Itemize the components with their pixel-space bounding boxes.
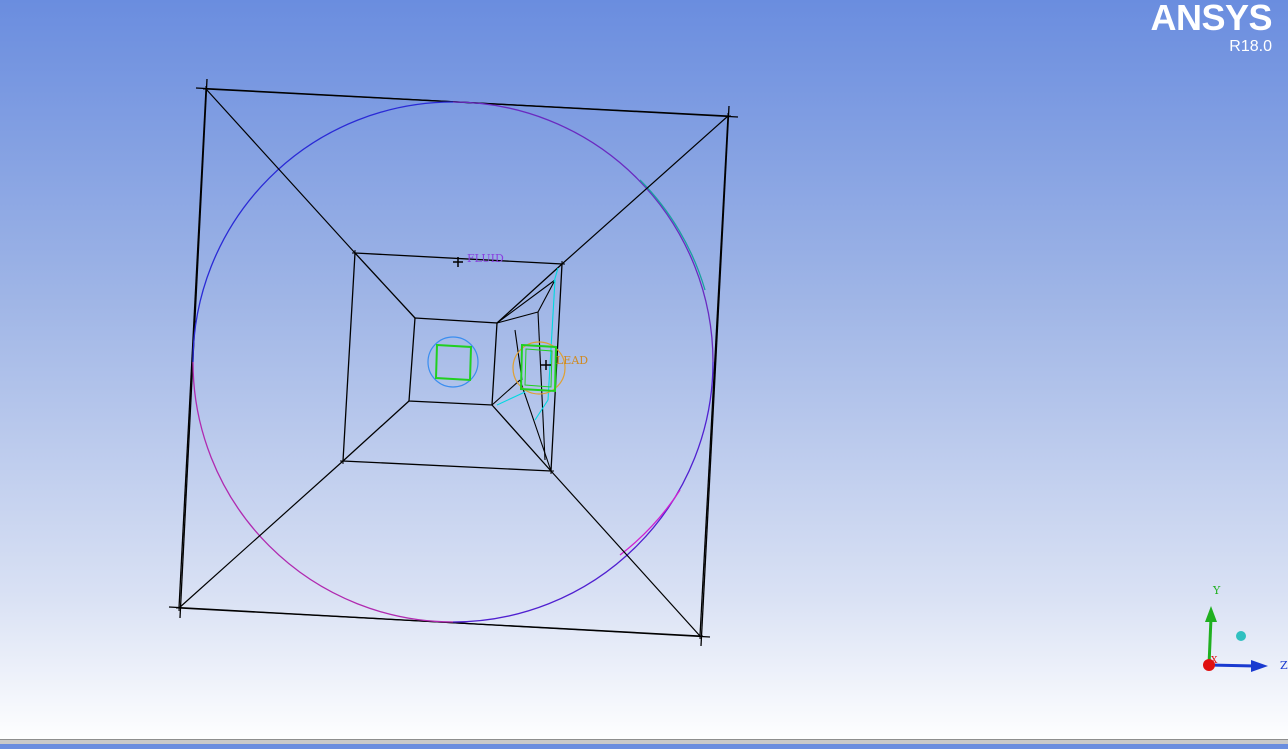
outer-circle-accent-2 (619, 489, 681, 556)
lead-edge-1 (496, 279, 556, 324)
middle-block[interactable] (342, 252, 563, 472)
lead-cyan-3 (496, 391, 526, 406)
outer-circle-accent-1 (639, 179, 706, 291)
geometry-canvas[interactable]: FLUID LEAD Y Z X (0, 0, 1288, 744)
z-axis-arrow-icon (1251, 660, 1268, 672)
mid-diag-bl (342, 400, 410, 462)
diagonal-edges[interactable] (178, 88, 729, 637)
inner-block[interactable] (408, 317, 498, 406)
brand-name: ANSYS (1150, 0, 1272, 38)
lead-cyan-2 (534, 399, 549, 421)
diag-br (550, 470, 701, 637)
fluid-label-marker[interactable]: FLUID (453, 252, 504, 267)
y-axis-arrow-icon (1205, 606, 1217, 622)
mid-diag-br (491, 404, 552, 472)
middle-block-outline (342, 252, 563, 472)
outer-circle[interactable] (192, 101, 714, 623)
brand-version: R18.0 (1229, 38, 1272, 55)
isometric-view-dot-icon[interactable] (1236, 631, 1246, 641)
outer-edge-right-ext (700, 105, 730, 647)
lead-circle-block-inner (524, 348, 553, 388)
fluid-label: FLUID (467, 252, 504, 265)
inner-circle[interactable] (427, 336, 479, 388)
lead-label: LEAD (556, 354, 588, 367)
graphics-viewport[interactable]: FLUID LEAD Y Z X (0, 0, 1288, 744)
bottom-scroll-bar[interactable] (0, 739, 1288, 744)
vertex-markers (176, 86, 731, 639)
x-axis-label: X (1211, 656, 1218, 666)
lead-edge-3 (537, 279, 556, 313)
diag-tl (205, 88, 356, 254)
diag-bl (178, 460, 344, 609)
z-axis-label: Z (1280, 659, 1288, 672)
inner-block-outline (408, 317, 498, 406)
inner-circle-block (434, 343, 473, 382)
mid-diag-tl (354, 252, 416, 319)
y-axis-label: Y (1212, 584, 1221, 597)
ansys-logo: ANSYS R18.0 (1150, 0, 1272, 56)
lead-circle[interactable] (512, 341, 566, 395)
diag-tr (561, 115, 729, 265)
lead-region-edges[interactable] (491, 279, 556, 472)
outer-block[interactable] (168, 78, 739, 647)
axis-triad[interactable]: Y Z X (1203, 584, 1288, 672)
